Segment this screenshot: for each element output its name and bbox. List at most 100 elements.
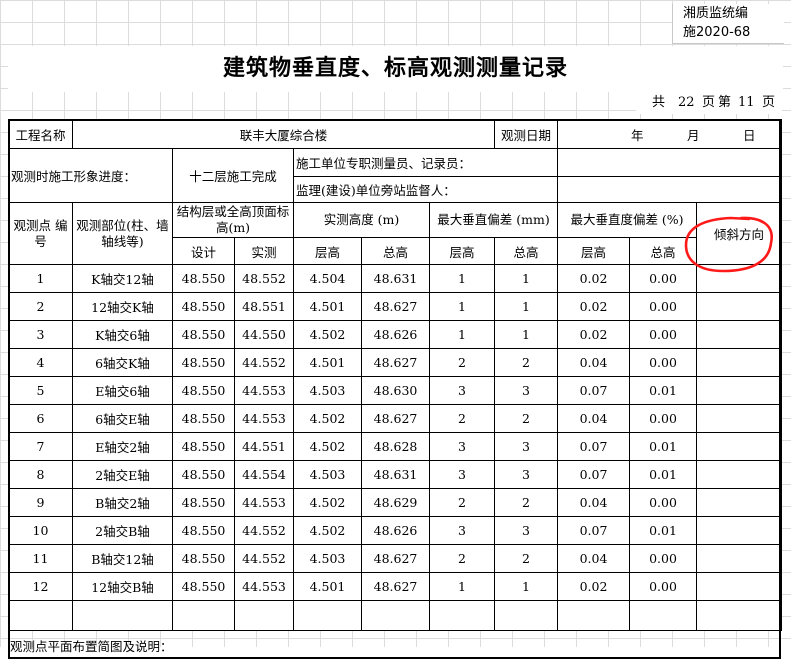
- cell-fh[interactable]: 4.503: [293, 544, 362, 573]
- cell-dpf[interactable]: 0.04: [557, 348, 630, 377]
- cell-direction[interactable]: [696, 488, 782, 517]
- cell-actual[interactable]: 44.553: [234, 404, 294, 433]
- header-point-no[interactable]: 观测点 编 号: [8, 202, 73, 265]
- header-measured-height[interactable]: 实测高度 (m): [293, 202, 430, 238]
- header-actual[interactable]: 实测: [234, 237, 294, 265]
- cell-th[interactable]: 48.627: [361, 572, 430, 601]
- cell-dpf[interactable]: 0.02: [557, 264, 630, 293]
- cell-design[interactable]: 48.550: [172, 432, 235, 461]
- cell-dmt[interactable]: 3: [494, 432, 558, 461]
- cell-dpf[interactable]: 0.07: [557, 516, 630, 545]
- cell-dmf[interactable]: 1: [429, 292, 495, 321]
- header-max-deviation-mm[interactable]: 最大垂直偏差 (mm): [429, 202, 558, 238]
- cell-fh[interactable]: 4.502: [293, 516, 362, 545]
- project-label-cell[interactable]: 工程名称: [8, 119, 73, 149]
- cell-fh[interactable]: 4.501: [293, 292, 362, 321]
- cell-dmt[interactable]: 1: [494, 320, 558, 349]
- cell-dmf[interactable]: 2: [429, 544, 495, 573]
- header-dev-mm-total[interactable]: 总高: [494, 237, 558, 265]
- header-direction[interactable]: 倾斜方向: [696, 202, 782, 265]
- cell-dmf[interactable]: 2: [429, 488, 495, 517]
- cell-actual[interactable]: 48.551: [234, 292, 294, 321]
- cell-design[interactable]: 48.550: [172, 460, 235, 489]
- cell-dpt[interactable]: 0.00: [629, 320, 697, 349]
- surveyor-label-cell[interactable]: 施工单位专职测量员、记录员：: [293, 148, 558, 177]
- cell-dpt[interactable]: 0.00: [629, 488, 697, 517]
- cell-dmt[interactable]: 3: [494, 460, 558, 489]
- cell-loc[interactable]: K轴交12轴: [72, 264, 173, 293]
- cell-th[interactable]: 48.628: [361, 432, 430, 461]
- cell-loc[interactable]: 12轴交B轴: [72, 572, 173, 601]
- cell-dpt[interactable]: 0.01: [629, 432, 697, 461]
- cell-fh[interactable]: 4.504: [293, 264, 362, 293]
- cell-actual[interactable]: 44.554: [234, 460, 294, 489]
- cell-dmf[interactable]: 2: [429, 404, 495, 433]
- cell-no[interactable]: 5: [8, 376, 73, 405]
- cell-dpf[interactable]: 0.07: [557, 460, 630, 489]
- cell-dpf[interactable]: 0.07: [557, 432, 630, 461]
- cell-fh[interactable]: 4.502: [293, 432, 362, 461]
- cell-loc[interactable]: 6轴交K轴: [72, 348, 173, 377]
- cell-loc[interactable]: E轴交6轴: [72, 376, 173, 405]
- cell-dmf[interactable]: 1: [429, 572, 495, 601]
- cell-dmt[interactable]: 2: [494, 488, 558, 517]
- header-floor-height[interactable]: 层高: [293, 237, 362, 265]
- cell-loc[interactable]: 12轴交K轴: [72, 292, 173, 321]
- cell-actual[interactable]: 48.552: [234, 264, 294, 293]
- cell-dmt[interactable]: 1: [494, 292, 558, 321]
- cell-loc[interactable]: 2轴交E轴: [72, 460, 173, 489]
- header-design[interactable]: 设计: [172, 237, 235, 265]
- cell-direction[interactable]: [696, 404, 782, 433]
- cell-fh[interactable]: 4.502: [293, 488, 362, 517]
- cell-fh[interactable]: 4.502: [293, 320, 362, 349]
- cell-no[interactable]: 3: [8, 320, 73, 349]
- cell-th[interactable]: 48.627: [361, 292, 430, 321]
- cell-no[interactable]: 1: [8, 264, 73, 293]
- date-value-cell[interactable]: 年 月 日: [557, 119, 782, 149]
- progress-value-cell[interactable]: 十二层施工完成: [172, 148, 294, 203]
- cell-no[interactable]: 8: [8, 460, 73, 489]
- cell-dmf[interactable]: 3: [429, 460, 495, 489]
- cell-loc[interactable]: B轴交2轴: [72, 488, 173, 517]
- cell-no[interactable]: 6: [8, 404, 73, 433]
- cell-no[interactable]: 12: [8, 572, 73, 601]
- cell-loc[interactable]: B轴交12轴: [72, 544, 173, 573]
- cell-dmt[interactable]: 1: [494, 264, 558, 293]
- cell-dmt[interactable]: 2: [494, 544, 558, 573]
- cell-design[interactable]: 48.550: [172, 544, 235, 573]
- header-dev-pct-total[interactable]: 总高: [629, 237, 697, 265]
- cell-dpt[interactable]: 0.00: [629, 544, 697, 573]
- surveyor-value-cell[interactable]: [557, 148, 782, 177]
- cell-direction[interactable]: [696, 516, 782, 545]
- cell-dpf[interactable]: 0.04: [557, 404, 630, 433]
- cell-dmt[interactable]: 2: [494, 348, 558, 377]
- cell-actual[interactable]: 44.552: [234, 348, 294, 377]
- cell-loc[interactable]: 2轴交B轴: [72, 516, 173, 545]
- cell-fh[interactable]: 4.502: [293, 404, 362, 433]
- cell-dpt[interactable]: 0.00: [629, 264, 697, 293]
- cell-dpt[interactable]: 0.01: [629, 516, 697, 545]
- cell-no[interactable]: 11: [8, 544, 73, 573]
- cell-dpt[interactable]: 0.00: [629, 404, 697, 433]
- cell-dpf[interactable]: 0.02: [557, 320, 630, 349]
- cell-dpt[interactable]: 0.01: [629, 460, 697, 489]
- cell-th[interactable]: 48.631: [361, 264, 430, 293]
- cell-dmt[interactable]: 3: [494, 376, 558, 405]
- cell-dmf[interactable]: 2: [429, 348, 495, 377]
- cell-dpt[interactable]: 0.00: [629, 572, 697, 601]
- cell-dmf[interactable]: 3: [429, 516, 495, 545]
- cell-direction[interactable]: [696, 320, 782, 349]
- cell-no[interactable]: 10: [8, 516, 73, 545]
- cell-dpf[interactable]: 0.04: [557, 544, 630, 573]
- header-design-elevation[interactable]: 结构层或全高顶面标高(m): [172, 202, 294, 238]
- cell-direction[interactable]: [696, 460, 782, 489]
- cell-actual[interactable]: 44.552: [234, 544, 294, 573]
- cell-direction[interactable]: [696, 572, 782, 601]
- cell-th[interactable]: 48.626: [361, 320, 430, 349]
- cell-direction[interactable]: [696, 264, 782, 293]
- cell-dpt[interactable]: 0.00: [629, 348, 697, 377]
- cell-dmf[interactable]: 1: [429, 320, 495, 349]
- supervisor-value-cell[interactable]: [557, 176, 782, 203]
- cell-dmf[interactable]: 1: [429, 264, 495, 293]
- cell-actual[interactable]: 44.550: [234, 320, 294, 349]
